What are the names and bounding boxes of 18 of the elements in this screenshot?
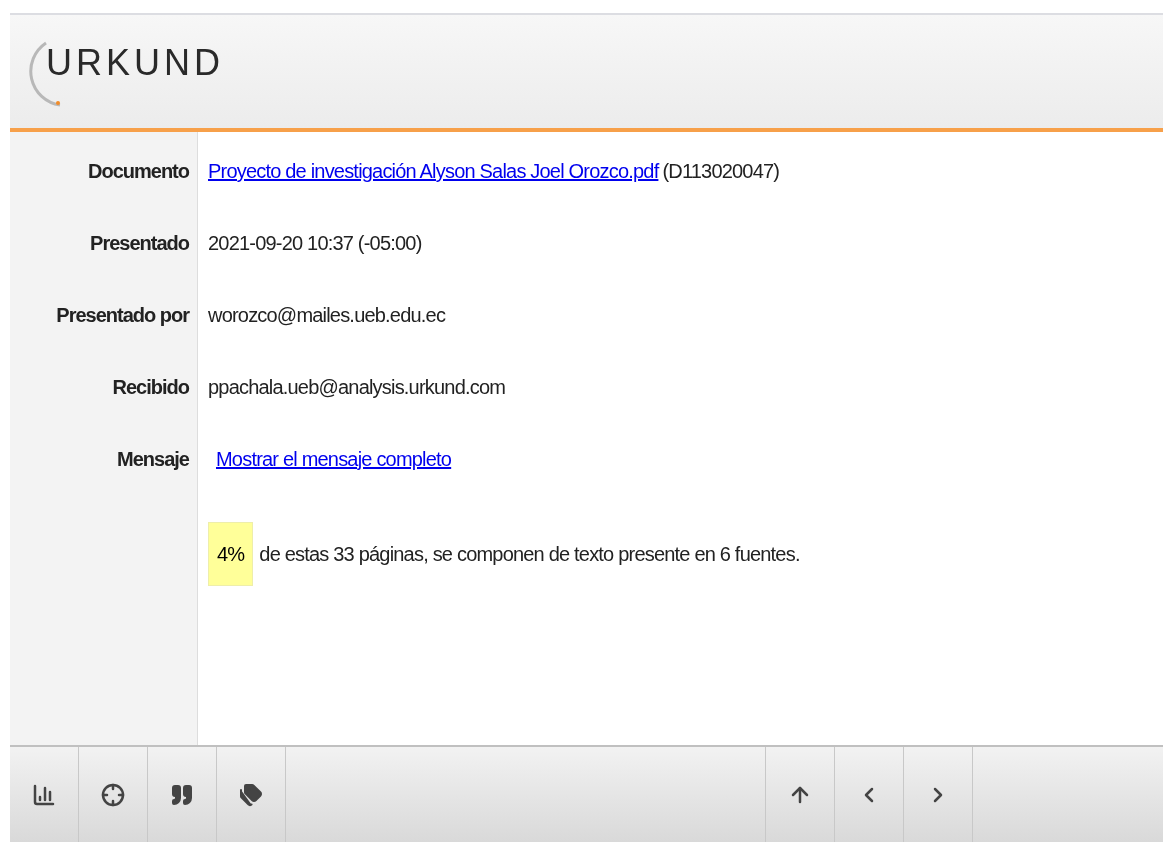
field-value: worozco@mailes.ueb.edu.ec bbox=[208, 303, 446, 328]
logo-text: URKUND bbox=[46, 45, 224, 81]
field-value: (D113020047) bbox=[662, 159, 780, 184]
field-value: 2021-09-20 10:37 (-05:00) bbox=[208, 231, 422, 256]
field-label: Documento bbox=[88, 159, 189, 184]
percent-badge: 4% bbox=[208, 522, 254, 586]
crosshair-icon[interactable] bbox=[101, 782, 125, 807]
field-value: ppachala.ueb@analysis.urkund.com bbox=[208, 375, 506, 400]
quote-icon[interactable] bbox=[170, 782, 194, 807]
link[interactable]: Mostrar el mensaje completo bbox=[216, 444, 452, 474]
field-label: Recibido bbox=[112, 375, 189, 400]
field-label: Presentado bbox=[90, 231, 189, 256]
summary-text: de estas 33 páginas, se componen de texto presente en 6 fuentes. bbox=[259, 542, 800, 567]
link[interactable]: Proyecto de investigación Alyson Salas Joel Orozco.pdf bbox=[208, 156, 659, 186]
field-label: Presentado por bbox=[56, 303, 189, 328]
field-label: Mensaje bbox=[117, 447, 189, 472]
tags-icon[interactable] bbox=[239, 782, 263, 807]
chart-icon[interactable] bbox=[32, 782, 56, 807]
